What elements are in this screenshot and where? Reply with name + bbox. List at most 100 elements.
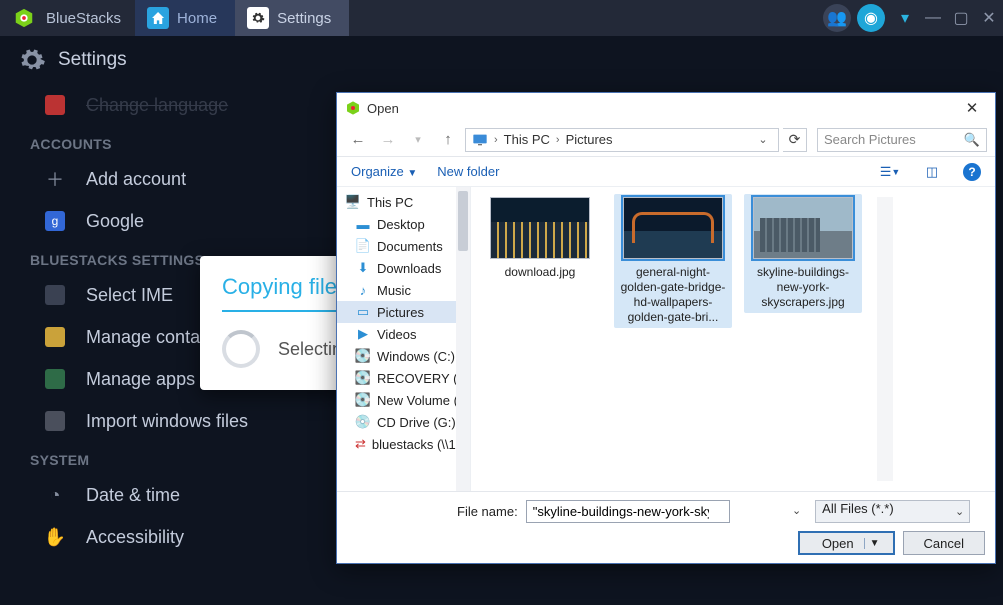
import-icon [44, 410, 66, 432]
gear-icon [18, 46, 46, 74]
clock-icon: ◔ [44, 484, 66, 506]
tree-drive-d[interactable]: 💽RECOVERY (D:) [337, 367, 470, 389]
preview-pane-button[interactable]: ◫ [921, 161, 943, 183]
organize-menu[interactable]: Organize ▼ [351, 164, 417, 179]
breadcrumb[interactable]: › This PC › Pictures ⌄ [465, 128, 779, 152]
tree-downloads[interactable]: ⬇Downloads [337, 257, 470, 279]
bc-chevron-icon[interactable]: › [494, 134, 498, 146]
bc-pictures[interactable]: Pictures [566, 132, 613, 147]
item-label: Import windows files [86, 411, 248, 432]
contacts-icon [44, 326, 66, 348]
documents-icon: 📄 [355, 238, 371, 254]
bc-chevron-icon[interactable]: › [556, 134, 560, 146]
nav-up-button[interactable]: ↑ [435, 127, 461, 153]
item-label: Manage apps [86, 369, 195, 390]
chevron-down-icon[interactable]: ⌄ [792, 504, 801, 517]
keyboard-icon [44, 284, 66, 306]
chevron-down-icon: ⌄ [955, 505, 964, 518]
app-name: BlueStacks [46, 10, 121, 27]
downloads-icon: ⬇ [355, 260, 371, 276]
videos-icon: ▶ [355, 326, 371, 342]
bc-dropdown-icon[interactable]: ⌄ [754, 133, 772, 146]
dialog-nav: ← → ▾ ↑ › This PC › Pictures ⌄ ⟳ Search … [337, 123, 995, 157]
bc-this-pc[interactable]: This PC [504, 132, 550, 147]
apps-icon [44, 368, 66, 390]
file-item[interactable]: download.jpg [481, 197, 599, 280]
monitor-icon [472, 133, 488, 147]
search-placeholder: Search Pictures [824, 132, 916, 147]
flag-icon [44, 94, 66, 116]
dialog-toolbar: Organize ▼ New folder ☰ ▼ ◫ ? [337, 157, 995, 187]
maximize-button[interactable]: ▢ [947, 4, 975, 32]
search-icon: 🔍 [964, 132, 980, 148]
help-button[interactable]: ? [963, 163, 981, 181]
item-label: Select IME [86, 285, 173, 306]
item-label: Change language [86, 95, 228, 116]
tree-network[interactable]: ⇄bluestacks (\\10... [337, 433, 470, 455]
tab-settings-label: Settings [277, 10, 331, 27]
network-drive-icon: ⇄ [355, 436, 366, 452]
tree-drive-g[interactable]: 💿CD Drive (G:) [337, 411, 470, 433]
minimize-button[interactable]: — [919, 4, 947, 32]
open-split-dropdown[interactable]: ▼ [864, 538, 885, 549]
location-icon[interactable]: ◉ [857, 4, 885, 32]
home-icon [147, 7, 169, 29]
dialog-footer: File name: ⌄ All Files (*.*) ⌄ Open▼ Can… [337, 491, 995, 563]
nav-history-dropdown[interactable]: ▾ [405, 127, 431, 153]
tab-home[interactable]: Home [135, 0, 235, 36]
chevron-down-icon: ▼ [407, 168, 417, 179]
hand-icon: ✋ [44, 526, 66, 548]
new-folder-button[interactable]: New folder [437, 164, 499, 179]
bluestacks-logo [10, 4, 38, 32]
tree-music[interactable]: ♪Music [337, 279, 470, 301]
tree-pictures[interactable]: ▭Pictures [337, 301, 470, 323]
refresh-button[interactable]: ⟳ [783, 128, 807, 152]
search-input[interactable]: Search Pictures 🔍 [817, 128, 987, 152]
open-file-dialog: Open ✕ ← → ▾ ↑ › This PC › Pictures ⌄ ⟳ … [336, 92, 996, 564]
view-mode-button[interactable]: ☰ ▼ [879, 161, 901, 183]
filename-input[interactable] [526, 500, 730, 523]
file-grid[interactable]: download.jpg general-night-golden-gate-b… [471, 187, 995, 491]
grid-scrollbar[interactable] [877, 197, 893, 481]
cancel-button[interactable]: Cancel [903, 531, 985, 555]
settings-header: Settings [0, 36, 1003, 84]
open-button[interactable]: Open▼ [798, 531, 895, 555]
tree-this-pc[interactable]: 🖥️This PC [337, 191, 470, 213]
thumbnail-image [753, 197, 853, 259]
tree-drive-f[interactable]: 💽New Volume (F:) [337, 389, 470, 411]
file-item[interactable]: skyline-buildings-new-york-skyscrapers.j… [744, 194, 862, 313]
tree-documents[interactable]: 📄Documents [337, 235, 470, 257]
dropdown-icon[interactable]: ▾ [891, 4, 919, 32]
tab-settings[interactable]: Settings [235, 0, 349, 36]
tree-videos[interactable]: ▶Videos [337, 323, 470, 345]
file-type-filter[interactable]: All Files (*.*) ⌄ [815, 500, 970, 523]
file-item[interactable]: general-night-golden-gate-bridge-hd-wall… [614, 194, 732, 328]
item-label: Accessibility [86, 527, 184, 548]
bluestacks-icon [345, 100, 361, 116]
settings-title: Settings [58, 49, 127, 71]
item-label: Google [86, 211, 144, 232]
cd-icon: 💿 [355, 414, 371, 430]
tab-home-label: Home [177, 10, 217, 27]
nav-back-button[interactable]: ← [345, 127, 371, 153]
thumbnail-image [490, 197, 590, 259]
tree-scrollbar[interactable] [456, 187, 470, 491]
pictures-icon: ▭ [355, 304, 371, 320]
file-label: download.jpg [481, 265, 599, 280]
monitor-icon: 🖥️ [345, 194, 361, 210]
app-body: Settings Change language ACCOUNTS ＋ Add … [0, 36, 1003, 605]
file-label: skyline-buildings-new-york-skyscrapers.j… [747, 265, 859, 310]
dialog-titlebar[interactable]: Open ✕ [337, 93, 995, 123]
tree-drive-c[interactable]: 💽Windows (C:) [337, 345, 470, 367]
gear-icon [247, 7, 269, 29]
tree-desktop[interactable]: ▬Desktop [337, 213, 470, 235]
dialog-main: 🖥️This PC ▬Desktop 📄Documents ⬇Downloads… [337, 187, 995, 491]
close-button[interactable]: ✕ [975, 4, 1003, 32]
plus-icon: ＋ [44, 168, 66, 190]
nav-forward-button[interactable]: → [375, 127, 401, 153]
community-icon[interactable]: 👥 [823, 4, 851, 32]
folder-tree[interactable]: 🖥️This PC ▬Desktop 📄Documents ⬇Downloads… [337, 187, 471, 491]
drive-icon: 💽 [355, 392, 371, 408]
dialog-close-button[interactable]: ✕ [957, 93, 987, 123]
desktop-icon: ▬ [355, 216, 371, 232]
